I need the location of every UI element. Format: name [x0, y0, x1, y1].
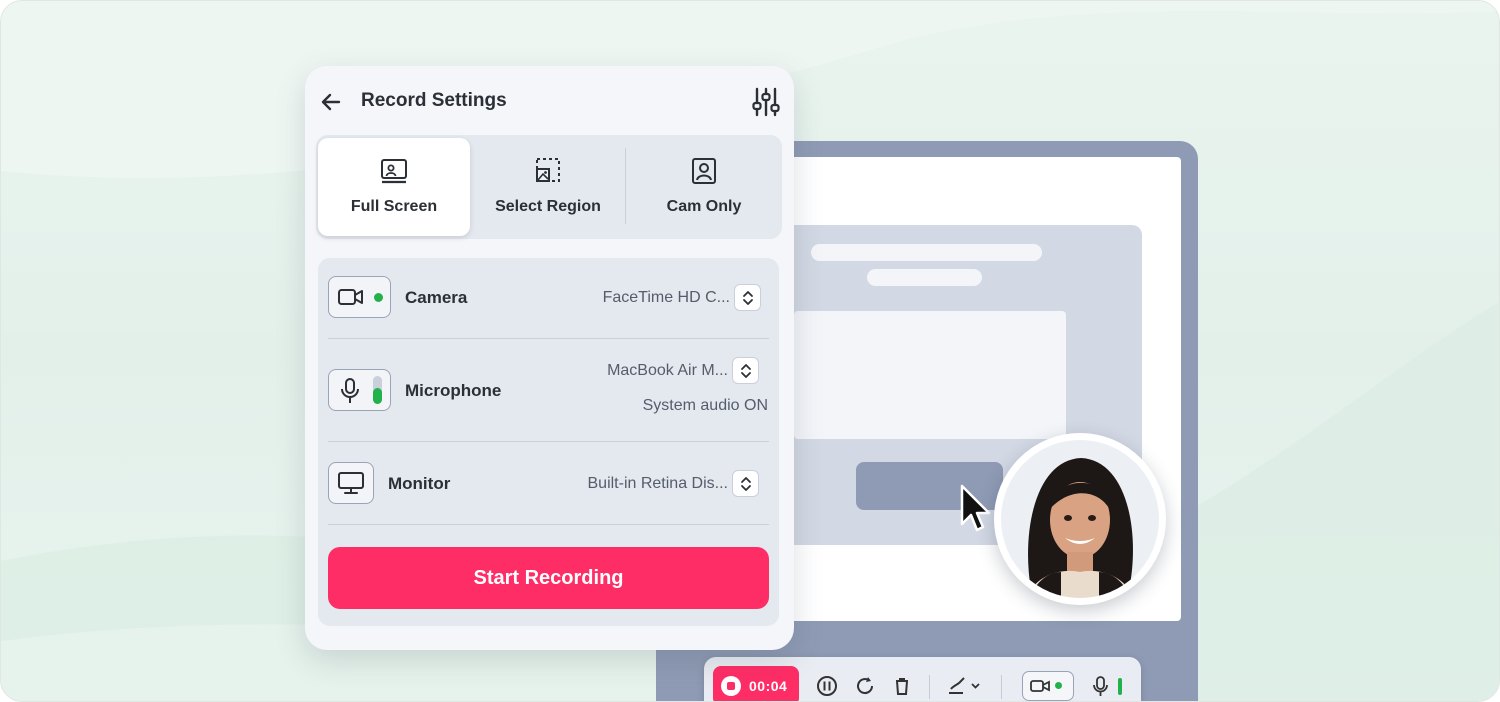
mouse-cursor-icon — [960, 484, 991, 532]
microphone-select-stepper[interactable] — [732, 357, 759, 384]
mock-subheading-line — [867, 269, 982, 286]
monitor-select-stepper[interactable] — [732, 470, 759, 497]
chevron-up-down-icon — [742, 290, 753, 305]
camera-select-stepper[interactable] — [734, 284, 761, 311]
microphone-row: Microphone MacBook Air M... System audio… — [328, 339, 769, 441]
system-audio-status[interactable]: System audio ON — [643, 397, 768, 415]
toolbar-divider — [1001, 675, 1002, 699]
stage: 00:04 Record Settings Full Screen Select… — [0, 0, 1500, 702]
camera-status-box — [328, 276, 391, 318]
monitor-icon — [338, 472, 364, 494]
chevron-up-down-icon — [740, 476, 751, 491]
record-settings-panel: Record Settings Full Screen Select Regio… — [305, 66, 794, 650]
mode-cam-only[interactable]: Cam Only — [628, 138, 780, 236]
webcam-person-avatar — [1001, 440, 1159, 598]
camera-device-value[interactable]: FaceTime HD C... — [603, 289, 730, 307]
mic-level-meter — [1118, 678, 1122, 695]
microphone-device-value[interactable]: MacBook Air M... — [607, 362, 728, 380]
recording-mode-selector: Full Screen Select Region Cam Only — [316, 135, 782, 239]
page-title: Record Settings — [361, 90, 507, 111]
recording-timer: 00:04 — [749, 678, 788, 694]
camera-active-dot — [1055, 682, 1062, 689]
settings-sliders-icon[interactable] — [752, 86, 780, 118]
camera-row: Camera FaceTime HD C... — [328, 258, 769, 338]
mode-full-screen[interactable]: Full Screen — [318, 138, 470, 236]
mode-label: Cam Only — [666, 198, 742, 215]
mock-content-box — [794, 311, 1066, 439]
microphone-icon[interactable] — [1090, 675, 1112, 697]
camera-icon — [1030, 680, 1050, 692]
camera-active-dot — [374, 293, 383, 302]
draw-tool-icon[interactable] — [946, 675, 982, 697]
toolbar-divider — [929, 675, 930, 699]
toolbar-camera-toggle[interactable] — [1022, 671, 1074, 701]
chevron-up-down-icon — [740, 363, 751, 378]
start-recording-button[interactable]: Start Recording — [328, 547, 769, 609]
stop-icon — [721, 676, 741, 696]
user-square-icon — [692, 158, 716, 184]
trash-icon[interactable] — [891, 675, 913, 697]
region-select-icon — [536, 158, 560, 182]
mode-label: Full Screen — [350, 198, 438, 215]
monitor-row: Monitor Built-in Retina Dis... — [328, 442, 769, 524]
webcam-bubble[interactable] — [994, 433, 1166, 605]
mock-heading-line — [811, 244, 1042, 261]
stop-recording-button[interactable]: 00:04 — [713, 666, 799, 701]
microphone-status-box — [328, 369, 391, 411]
camera-label: Camera — [405, 288, 468, 307]
device-settings: Camera FaceTime HD C... Microphone MacBo… — [318, 258, 779, 626]
mode-divider — [625, 148, 626, 224]
microphone-label: Microphone — [405, 381, 502, 400]
mic-level-meter — [373, 388, 382, 404]
monitor-label: Monitor — [388, 474, 451, 493]
microphone-icon — [341, 378, 359, 403]
monitor-status-box — [328, 462, 374, 504]
row-divider — [328, 524, 769, 525]
monitor-user-icon — [381, 159, 407, 184]
monitor-device-value[interactable]: Built-in Retina Dis... — [588, 475, 729, 493]
pause-icon[interactable] — [816, 675, 838, 697]
mode-label: Select Region — [495, 198, 601, 215]
recording-toolbar: 00:04 — [704, 657, 1141, 701]
restart-icon[interactable] — [854, 675, 876, 697]
panel-header: Record Settings — [305, 66, 794, 138]
back-arrow-icon[interactable] — [319, 90, 343, 114]
mode-select-region[interactable]: Select Region — [472, 138, 624, 236]
video-camera-icon — [338, 289, 363, 305]
